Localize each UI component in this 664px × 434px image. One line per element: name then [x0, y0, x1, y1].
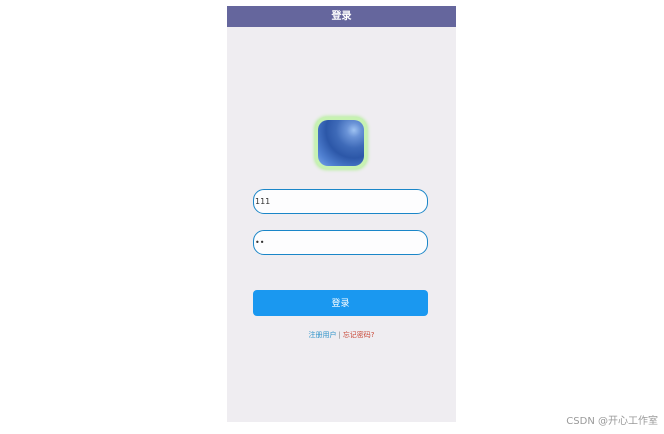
page-title: 登录: [227, 6, 456, 27]
login-button[interactable]: 登录: [253, 290, 428, 316]
forgot-password-link[interactable]: 忘记密码?: [343, 331, 375, 339]
auth-links: 注册用户 | 忘记密码?: [227, 330, 456, 340]
watermark: CSDN @开心工作室: [566, 416, 658, 427]
avatar: [315, 117, 367, 169]
username-input[interactable]: [255, 190, 425, 212]
app-screen: 登录 登录 注册用户|忘记密码?: [227, 6, 456, 422]
username-field[interactable]: [253, 189, 428, 214]
password-field[interactable]: [253, 230, 428, 255]
register-link[interactable]: 注册用户: [308, 331, 336, 339]
avatar-image: [318, 120, 364, 166]
link-separator: |: [338, 331, 341, 339]
password-input[interactable]: [255, 231, 425, 253]
